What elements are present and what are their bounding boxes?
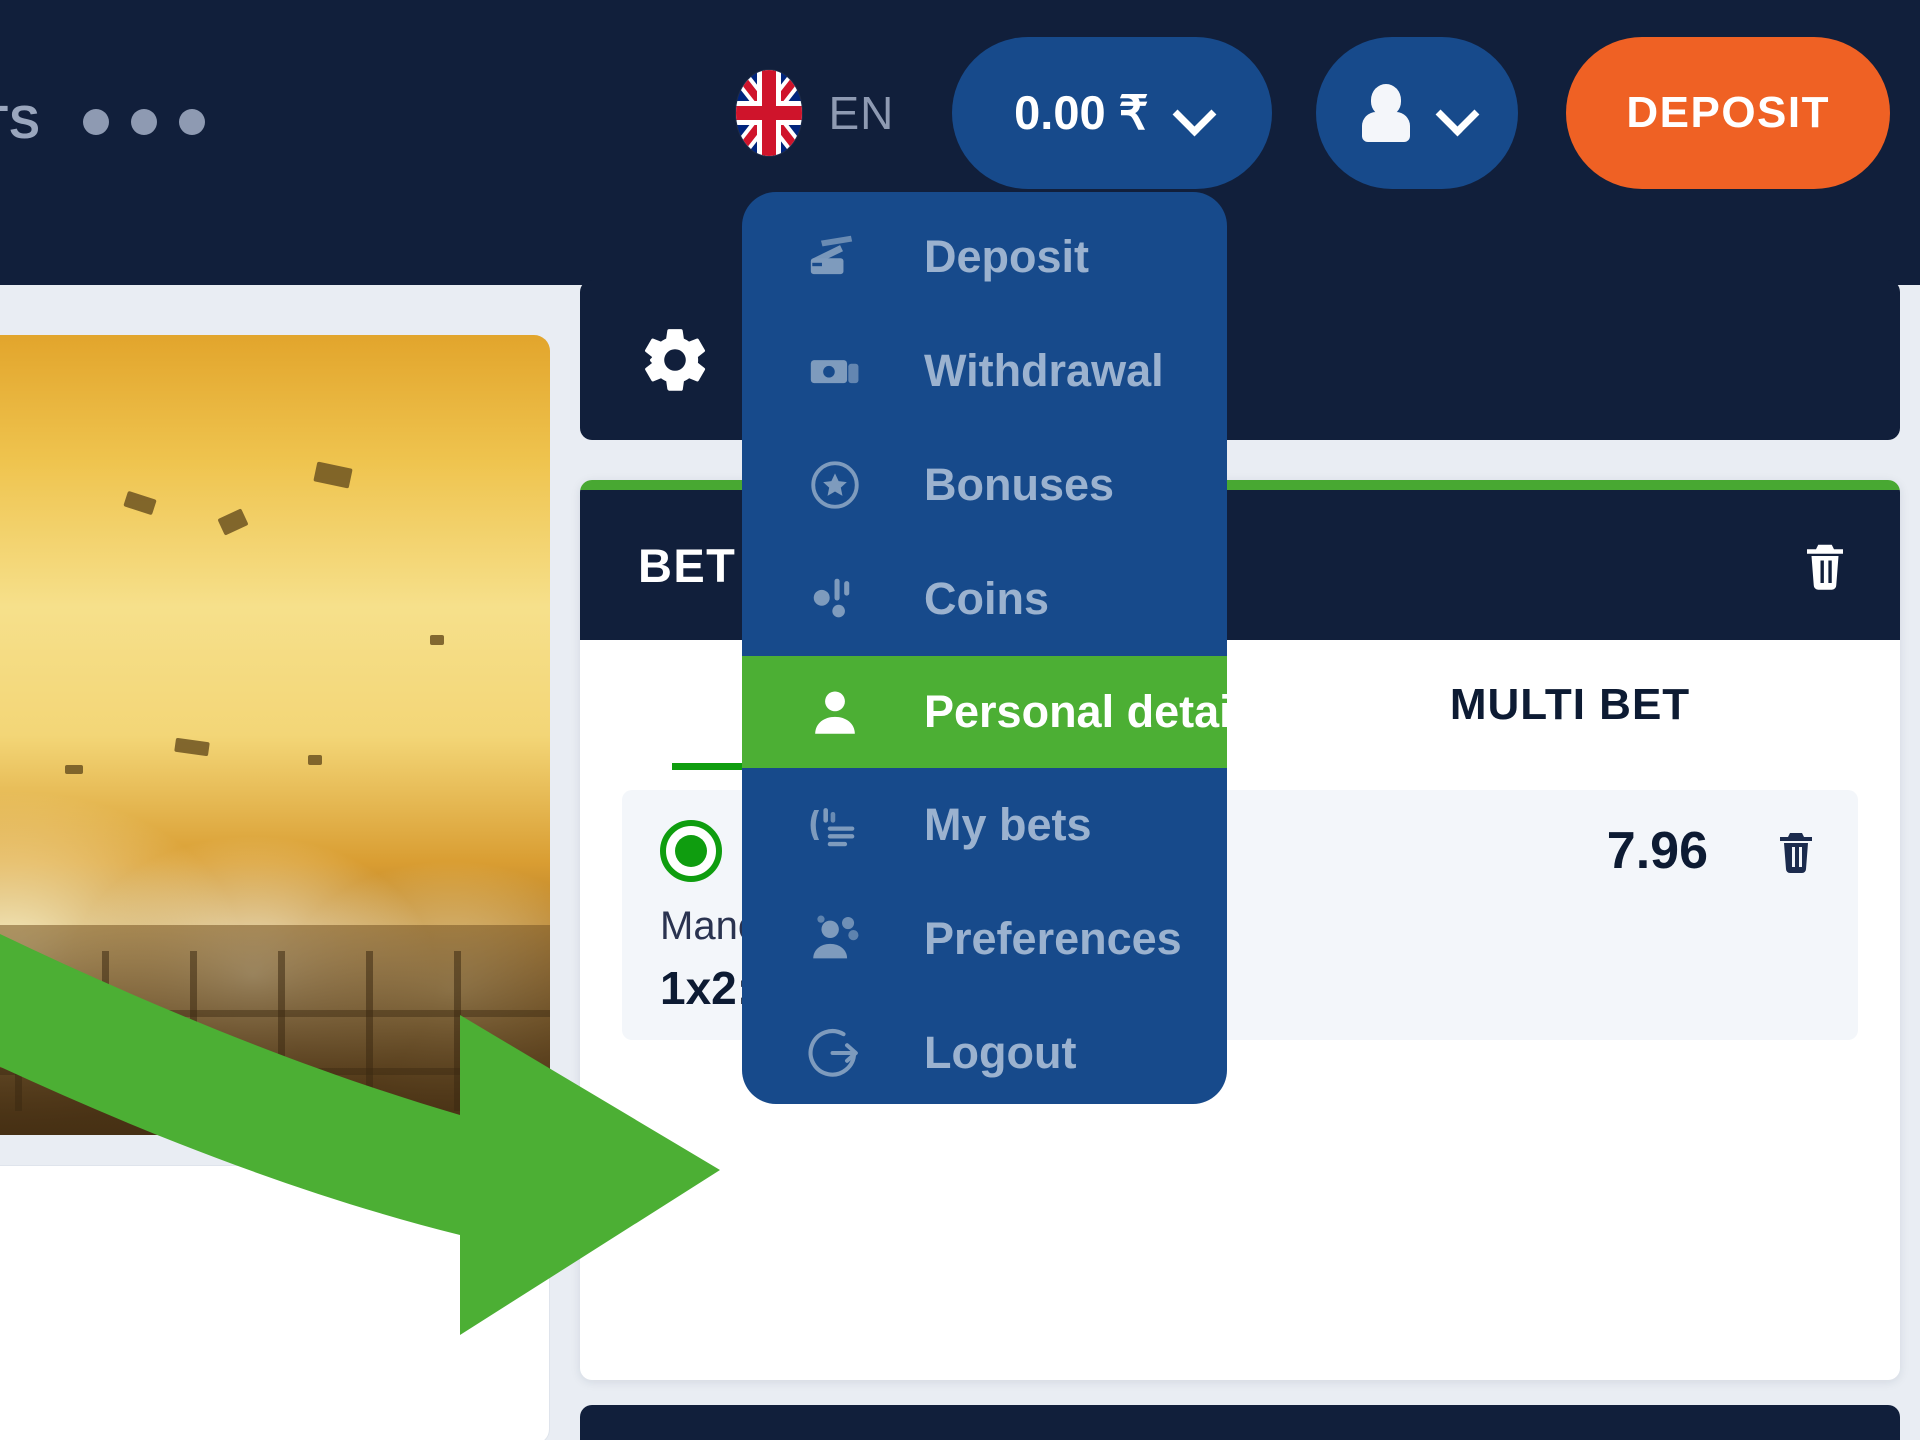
menu-item-label: Personal details: [924, 686, 1270, 737]
stadium-stand: [0, 925, 550, 1135]
menu-item-personal-details[interactable]: Personal details: [742, 656, 1269, 768]
menu-item-label: Logout: [924, 1027, 1077, 1078]
person-icon: [804, 681, 866, 743]
menu-item-deposit[interactable]: Deposit: [742, 200, 1227, 314]
menu-item-withdrawal[interactable]: Withdrawal: [742, 314, 1227, 428]
coins-icon: [804, 568, 866, 630]
language-code: EN: [828, 86, 895, 139]
more-dots-icon[interactable]: [82, 109, 205, 135]
nav-left-group: TS: [0, 95, 205, 149]
menu-item-bonuses[interactable]: Bonuses: [742, 428, 1227, 542]
menu-item-coins[interactable]: Coins: [742, 542, 1227, 656]
menu-item-logout[interactable]: Logout: [742, 996, 1227, 1110]
language-selector[interactable]: EN: [736, 69, 895, 156]
app-root: TS EN 0.00 ₹: [0, 0, 1920, 1440]
account-menu-button[interactable]: [1316, 36, 1519, 189]
trash-icon[interactable]: [1798, 534, 1852, 596]
user-icon: [1360, 83, 1412, 142]
preferences-icon: [804, 908, 866, 970]
menu-item-label: Bonuses: [924, 459, 1115, 510]
menu-item-my-bets[interactable]: My bets: [742, 768, 1227, 882]
trash-icon[interactable]: [1772, 823, 1820, 879]
menu-item-preferences[interactable]: Preferences: [742, 882, 1227, 996]
withdrawal-icon: [804, 340, 866, 402]
nav-sports-label[interactable]: TS: [0, 95, 41, 149]
my-bets-icon: [804, 794, 866, 856]
chevron-down-icon: [1175, 95, 1211, 131]
bonus-star-icon: [804, 454, 866, 516]
deposit-button[interactable]: DEPOSIT: [1566, 36, 1890, 189]
balance-amount: 0.00 ₹: [1014, 85, 1149, 139]
logout-icon: [804, 1022, 866, 1084]
balance-button[interactable]: 0.00 ₹: [952, 36, 1273, 189]
bet-odds-value: 7.96: [1606, 822, 1708, 880]
menu-item-label: Deposit: [924, 231, 1090, 282]
tab-multi-bet[interactable]: MULTI BET: [1240, 640, 1900, 770]
menu-item-label: My bets: [924, 799, 1092, 850]
promo-banner-secondary[interactable]: [0, 1165, 550, 1440]
deposit-card-icon: [804, 226, 866, 288]
chevron-down-icon: [1438, 95, 1474, 131]
menu-item-label: Coins: [924, 573, 1050, 624]
promo-banner-image[interactable]: [0, 335, 550, 1135]
radio-selected-icon[interactable]: [660, 820, 722, 882]
account-dropdown-menu: Deposit Withdrawal Bonuses Coins Persona…: [742, 192, 1269, 1104]
menu-item-label: Preferences: [924, 913, 1182, 964]
bottom-panel: [580, 1405, 1900, 1440]
uk-flag-icon: [736, 69, 803, 156]
menu-item-label: Withdrawal: [924, 345, 1164, 396]
gear-icon: [638, 323, 712, 397]
